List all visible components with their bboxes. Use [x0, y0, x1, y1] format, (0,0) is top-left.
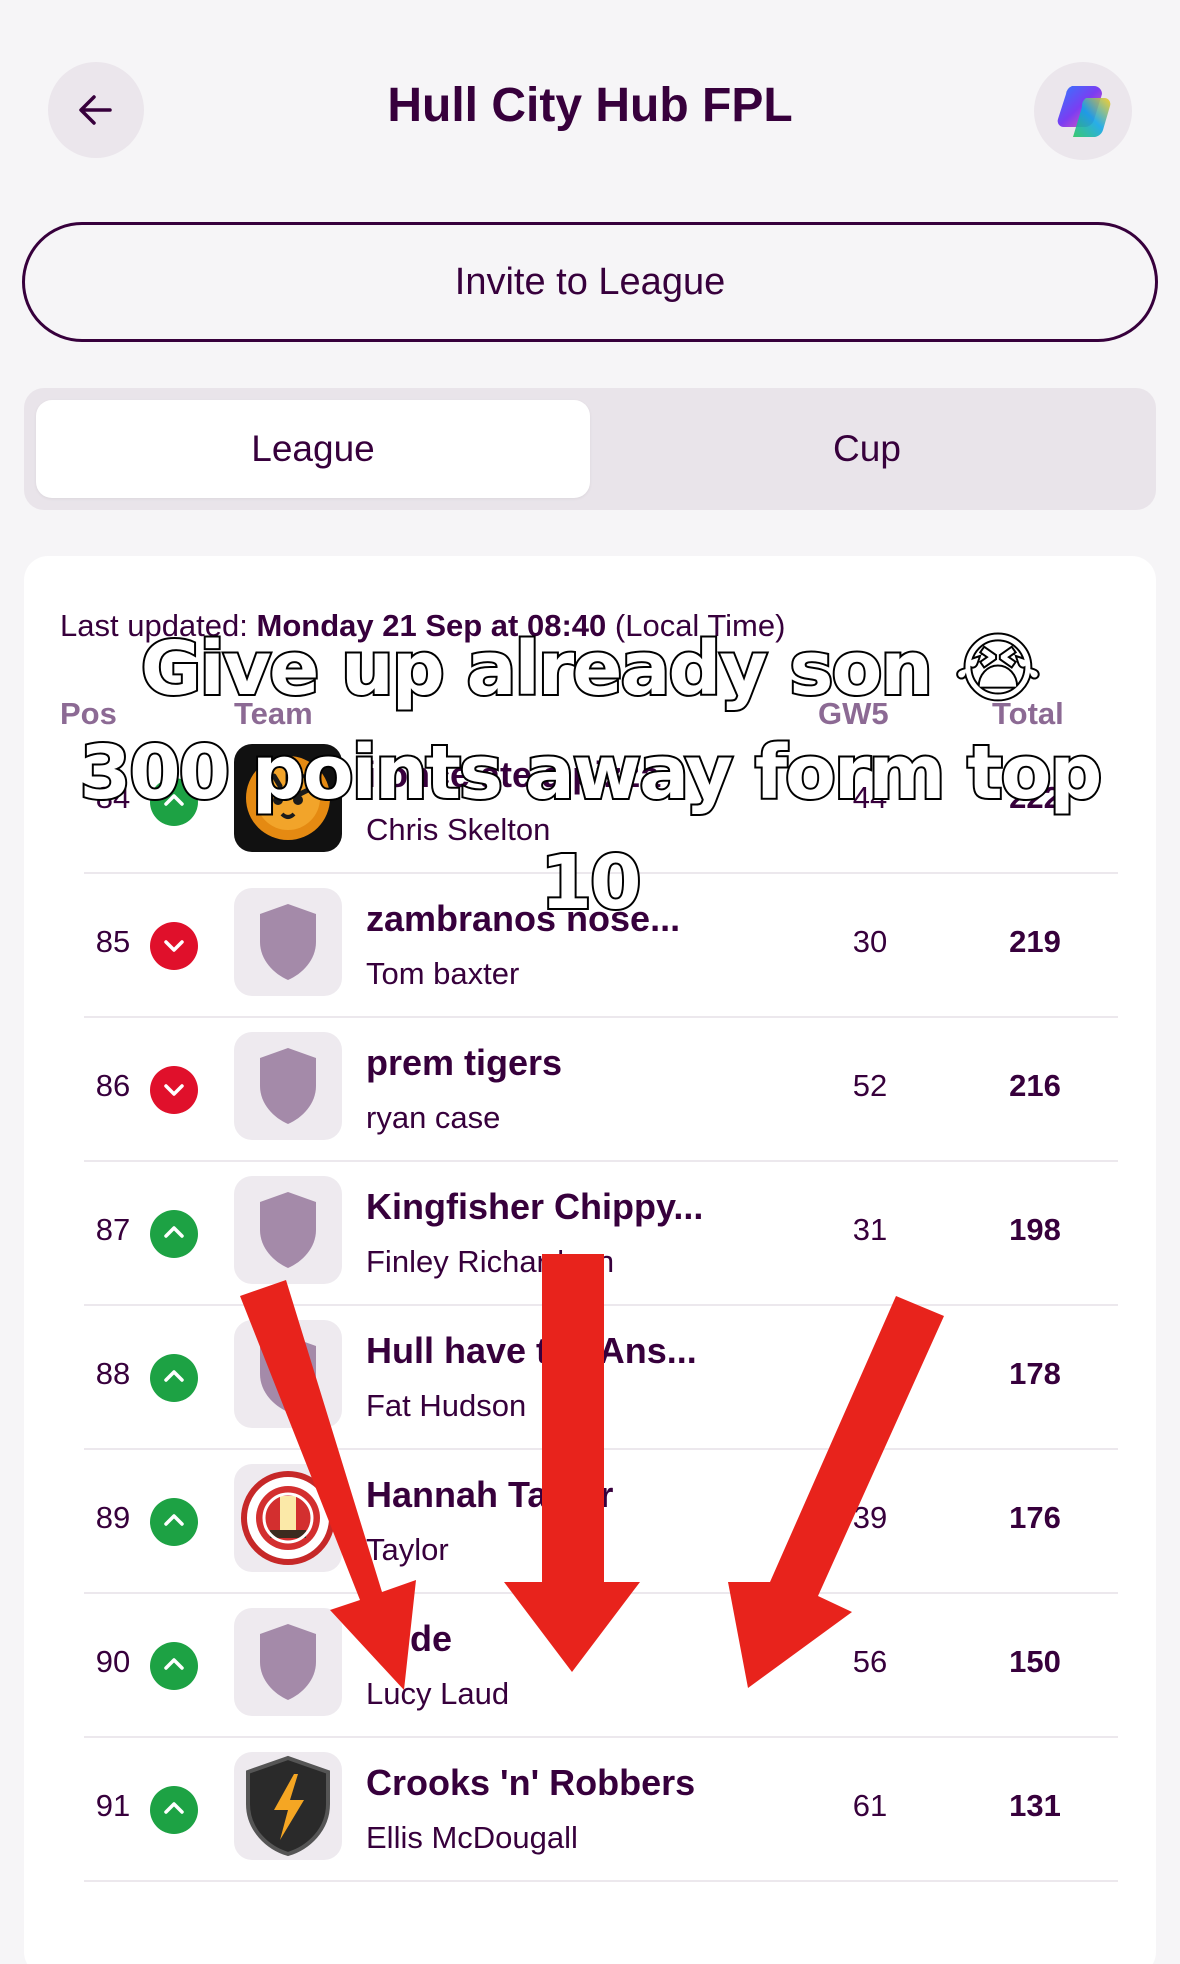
position: 89 — [95, 1500, 131, 1535]
manager-name: Taylor — [366, 1532, 449, 1567]
shield-icon — [260, 1192, 316, 1268]
team-name[interactable]: Hannah Taylor — [366, 1474, 613, 1516]
total-points: 150 — [1009, 1644, 1061, 1679]
gameweek-points: 31 — [852, 1212, 888, 1247]
shield-icon — [260, 1336, 316, 1412]
gameweek-points: 39 — [852, 1500, 888, 1535]
rank-movement-down — [150, 1066, 198, 1114]
chevron-up-icon — [164, 1370, 184, 1382]
rank-movement-down — [150, 922, 198, 970]
total-points: 216 — [1009, 1068, 1061, 1103]
rank-movement-up — [150, 1354, 198, 1402]
overlay-caption-line-1: Give up already son 😭 — [139, 624, 1043, 714]
manager-name: Fat Hudson — [366, 1388, 527, 1423]
team-name[interactable]: prem tigers — [366, 1042, 562, 1084]
team-crest — [234, 1176, 342, 1284]
total-points: 219 — [1009, 924, 1061, 959]
standings-row[interactable]: 86 prem tigers ryan case 52 216 — [84, 1018, 1118, 1162]
total-points: 131 — [1009, 1788, 1061, 1823]
invite-to-league-button[interactable]: Invite to League — [22, 222, 1158, 342]
league-cup-tabs: League Cup — [24, 388, 1156, 510]
chevron-up-icon — [164, 1514, 184, 1526]
team-name[interactable]: Hull have the Ans... — [366, 1330, 697, 1372]
gameweek-points: 30 — [852, 924, 888, 959]
position: 86 — [95, 1068, 131, 1103]
position: 87 — [95, 1212, 131, 1247]
chevron-down-icon — [164, 940, 184, 952]
shield-icon — [260, 1048, 316, 1124]
total-points: 198 — [1009, 1212, 1061, 1247]
club-badge-icon — [241, 1471, 335, 1565]
standings-row[interactable]: 91 Crooks 'n' Robbers Ellis McDougall 61 131 — [84, 1738, 1118, 1882]
gameweek-points: 52 — [852, 1068, 888, 1103]
position: 85 — [95, 924, 131, 959]
standings-row[interactable]: 90 dude Lucy Laud 56 150 — [84, 1594, 1118, 1738]
team-crest — [234, 1464, 342, 1572]
manager-name: Lucy Laud — [366, 1676, 510, 1711]
chevron-up-icon — [164, 1658, 184, 1670]
manager-name: ryan case — [366, 1100, 501, 1135]
team-name[interactable]: Kingfisher Chippy... — [366, 1186, 703, 1228]
rank-movement-up — [150, 1786, 198, 1834]
lightning-crest-icon — [246, 1755, 330, 1857]
position: 91 — [95, 1788, 131, 1823]
manager-name: Finley Richardson — [366, 1244, 615, 1279]
rank-movement-up — [150, 1210, 198, 1258]
overlay-caption-line-3: 10 — [539, 838, 644, 928]
rank-movement-up — [150, 1642, 198, 1690]
position: 88 — [95, 1356, 131, 1391]
chevron-up-icon — [164, 1802, 184, 1814]
team-crest — [234, 1032, 342, 1140]
manager-name: Ellis McDougall — [366, 1820, 578, 1855]
shield-icon — [260, 1624, 316, 1700]
tab-league[interactable]: League — [36, 400, 590, 498]
gameweek-points: 56 — [852, 1644, 888, 1679]
chevron-down-icon — [164, 1084, 184, 1096]
tab-cup[interactable]: Cup — [590, 400, 1144, 498]
total-points: 178 — [1009, 1356, 1061, 1391]
manager-name: Tom baxter — [366, 956, 520, 991]
overlay-caption-line-2: 300 points away form top — [78, 728, 1105, 818]
copilot-button[interactable] — [1034, 62, 1132, 160]
position: 90 — [95, 1644, 131, 1679]
standings-row[interactable]: 88 Hull have the Ans... Fat Hudson 178 — [84, 1306, 1118, 1450]
rank-movement-up — [150, 1498, 198, 1546]
page-title: Hull City Hub FPL — [387, 79, 793, 132]
standings-row[interactable]: 87 Kingfisher Chippy... Finley Richardson 3… — [84, 1162, 1118, 1306]
team-name[interactable]: dude — [366, 1618, 452, 1660]
team-crest — [234, 1752, 342, 1860]
gameweek-points: 61 — [852, 1788, 888, 1823]
standings-row[interactable]: 89 Hannah Taylor Taylor 39 176 — [84, 1450, 1118, 1594]
total-points: 176 — [1009, 1500, 1061, 1535]
team-crest — [234, 1320, 342, 1428]
copilot-icon — [1057, 86, 1111, 138]
chevron-up-icon — [164, 1226, 184, 1238]
team-crest — [234, 1608, 342, 1716]
header: Hull City Hub FPL — [0, 0, 1180, 220]
team-name[interactable]: Crooks 'n' Robbers — [366, 1762, 695, 1804]
